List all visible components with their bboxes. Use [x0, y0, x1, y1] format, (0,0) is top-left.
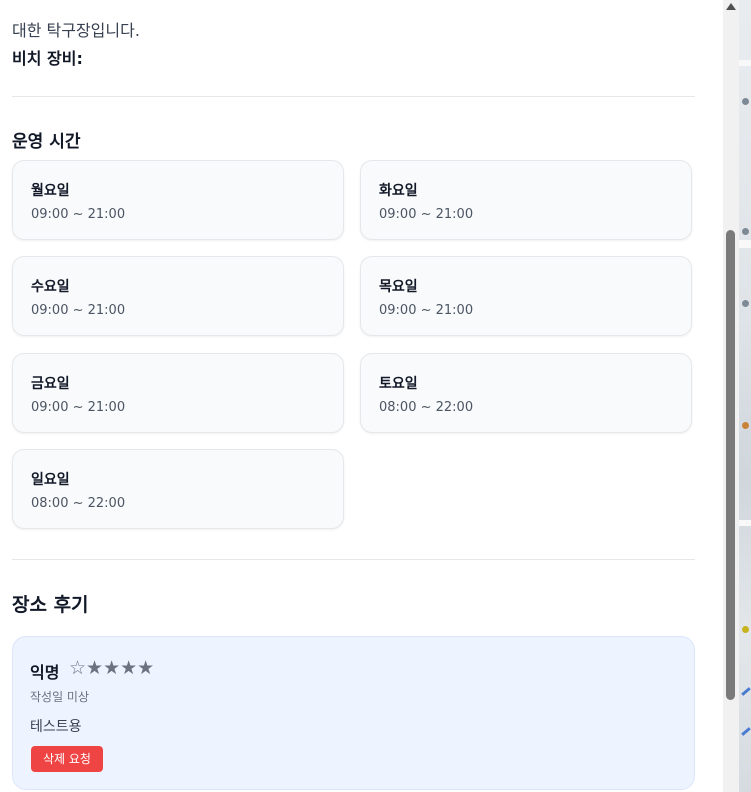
divider [12, 559, 695, 560]
equipment-label: 비치 장비: [12, 49, 83, 68]
map-route [741, 727, 751, 736]
scroll-up-arrow-icon[interactable] [723, 0, 739, 14]
map-marker-icon [742, 228, 749, 235]
day-name: 토요일 [379, 376, 418, 392]
map-marker-icon [742, 300, 749, 307]
day-card-mon: 월요일 09:00 ~ 21:00 [12, 160, 344, 240]
map-marker-icon [742, 422, 749, 429]
map-road [739, 520, 751, 526]
map-road [739, 240, 751, 248]
star-rating: ☆★★★★ [69, 657, 155, 679]
hours-title: 운영 시간 [12, 132, 81, 152]
day-hours: 09:00 ~ 21:00 [31, 207, 126, 222]
place-description: 대한 탁구장입니다. [12, 21, 140, 40]
map-marker-icon [742, 98, 749, 105]
review-text: 테스트용 [30, 719, 82, 735]
day-card-sat: 토요일 08:00 ~ 22:00 [360, 353, 692, 433]
scrollbar-thumb[interactable] [726, 230, 735, 700]
day-name: 화요일 [379, 183, 418, 199]
day-hours: 09:00 ~ 21:00 [31, 400, 126, 415]
map-route [741, 687, 751, 696]
day-hours: 09:00 ~ 21:00 [379, 303, 474, 318]
day-hours: 09:00 ~ 21:00 [379, 207, 474, 222]
day-hours: 08:00 ~ 22:00 [31, 496, 126, 511]
review-author: 익명 [30, 663, 60, 682]
review-date: 작성일 미상 [30, 690, 90, 704]
day-card-fri: 금요일 09:00 ~ 21:00 [12, 353, 344, 433]
map-road [739, 60, 751, 66]
day-card-sun: 일요일 08:00 ~ 22:00 [12, 449, 344, 529]
day-hours: 09:00 ~ 21:00 [31, 303, 126, 318]
day-card-thu: 목요일 09:00 ~ 21:00 [360, 256, 692, 336]
day-name: 수요일 [31, 279, 70, 295]
day-hours: 08:00 ~ 22:00 [379, 400, 474, 415]
day-name: 일요일 [31, 472, 70, 488]
map-marker-icon [742, 626, 749, 633]
day-name: 월요일 [31, 183, 70, 199]
delete-request-button[interactable]: 삭제 요청 [31, 746, 103, 772]
divider [12, 96, 695, 97]
day-card-wed: 수요일 09:00 ~ 21:00 [12, 256, 344, 336]
reviews-title: 장소 후기 [12, 594, 89, 616]
day-name: 목요일 [379, 279, 418, 295]
review-card: 익명 ☆★★★★ 작성일 미상 테스트용 삭제 요청 [12, 636, 695, 790]
map-view[interactable] [739, 0, 751, 792]
day-name: 금요일 [31, 376, 70, 392]
day-card-tue: 화요일 09:00 ~ 21:00 [360, 160, 692, 240]
vertical-scrollbar[interactable] [723, 0, 739, 792]
